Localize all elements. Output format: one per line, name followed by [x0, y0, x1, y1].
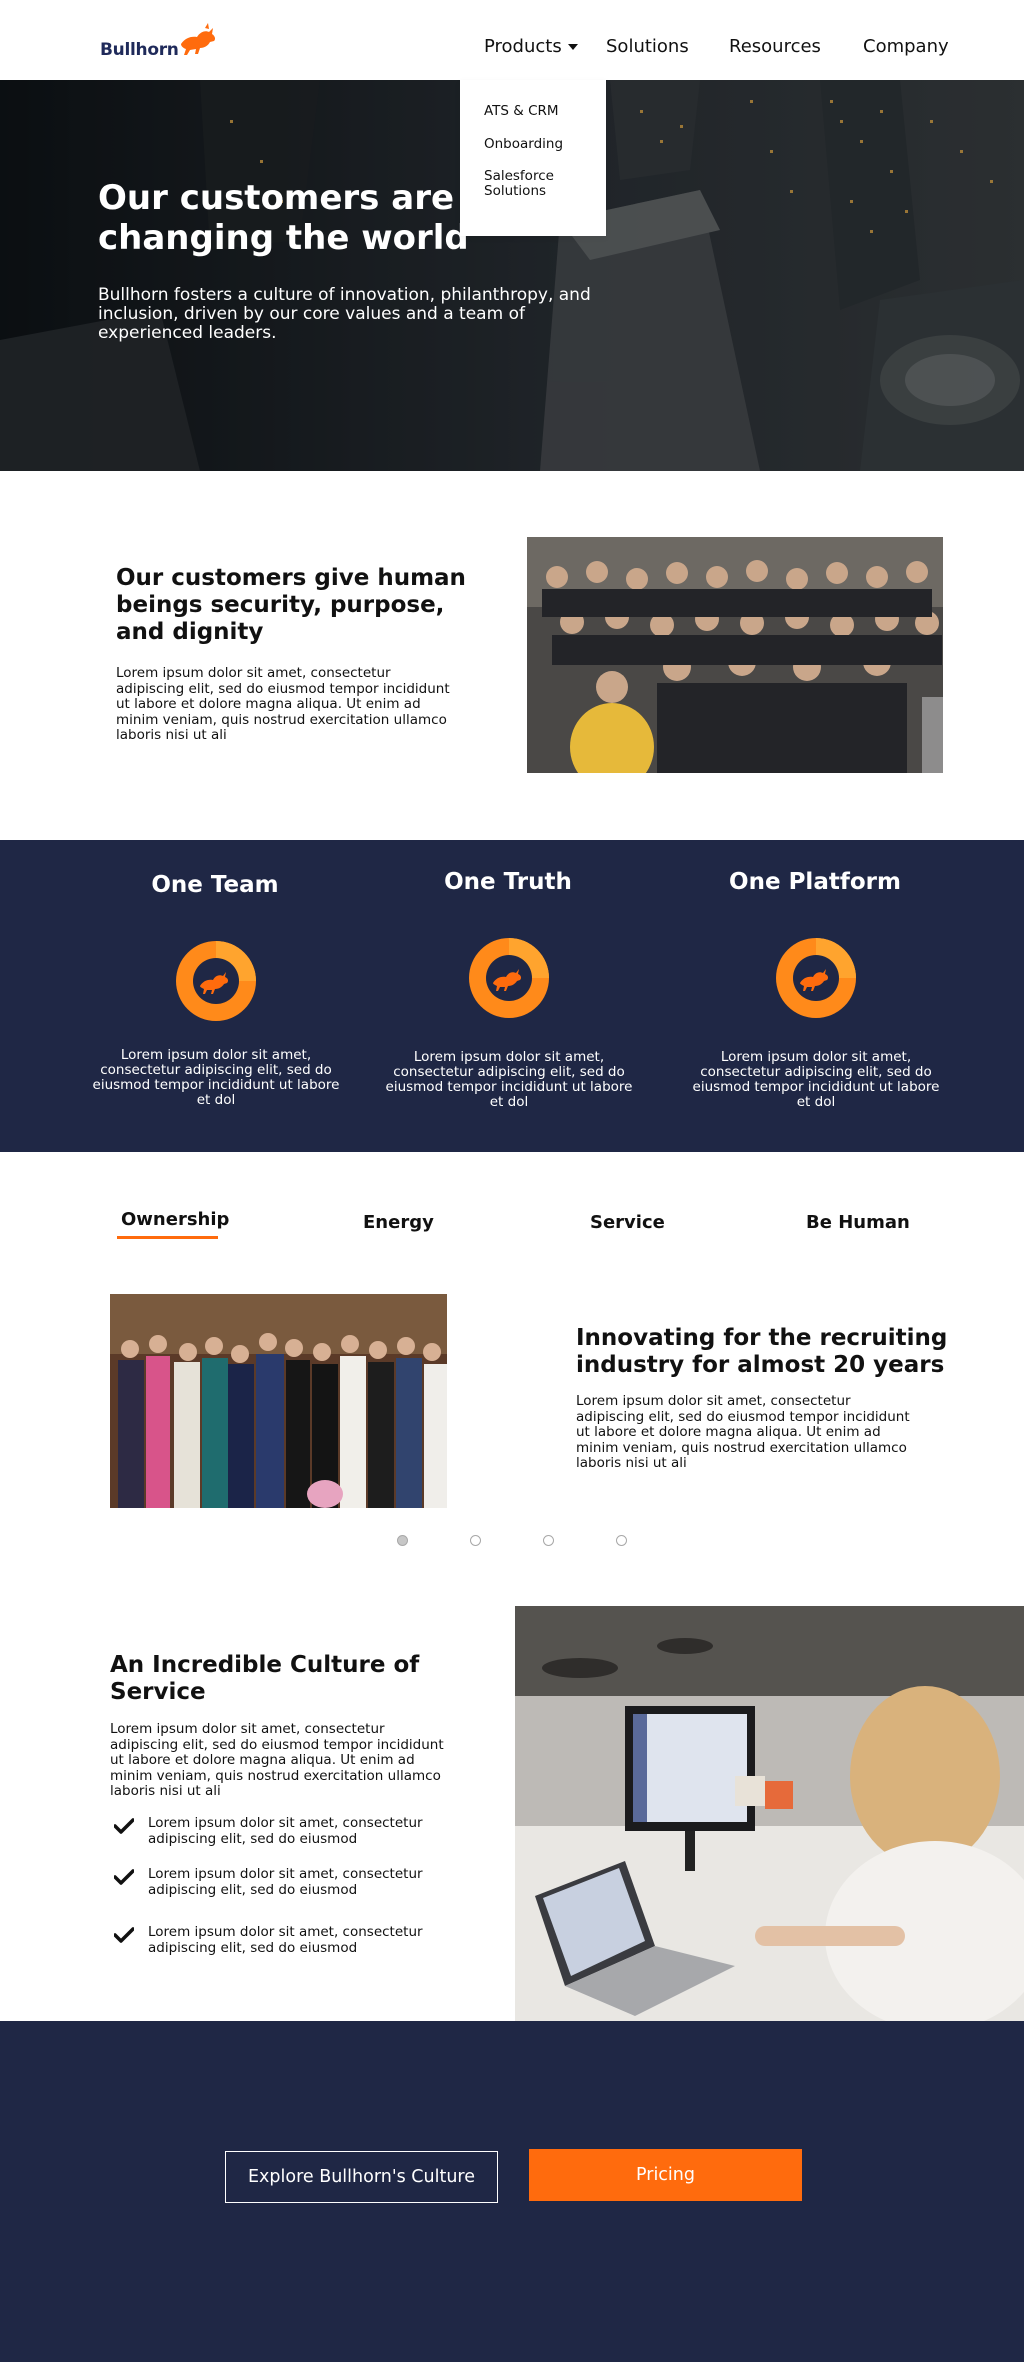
value-text-one-team: Lorem ipsum dolor sit amet, consectetur …: [92, 1047, 340, 1108]
caret-down-icon: [567, 44, 578, 50]
tab-be-human[interactable]: Be Human: [806, 1212, 910, 1233]
nav-resources[interactable]: Resources: [729, 36, 821, 57]
check-item-text: Lorem ipsum dolor sit amet, consectetur …: [148, 1815, 423, 1847]
innovating-text: Lorem ipsum dolor sit amet, consectetur …: [576, 1393, 910, 1471]
culture-title: An Incredible Culture of Service: [110, 1652, 420, 1705]
carousel-dot-1[interactable]: [397, 1535, 408, 1546]
employees-event-photo: [110, 1294, 447, 1508]
nav-solutions[interactable]: Solutions: [606, 36, 689, 57]
nav-company[interactable]: Company: [863, 36, 949, 57]
explore-culture-button[interactable]: Explore Bullhorn's Culture: [225, 2151, 498, 2203]
core-values-band: One Team One Truth One Platform Lorem ip…: [0, 840, 1024, 1152]
bull-logo-icon: [180, 23, 215, 55]
nav-products-label: Products: [484, 36, 562, 57]
check-item-text: Lorem ipsum dolor sit amet, consectetur …: [148, 1866, 423, 1898]
value-title-one-team: One Team: [151, 872, 279, 898]
bull-logo-icon: [469, 938, 549, 1018]
office-worker-photo: [515, 1606, 1024, 2021]
culture-check-item: Lorem ipsum dolor sit amet, consectetur …: [114, 1866, 448, 1898]
carousel-dot-3[interactable]: [543, 1535, 554, 1546]
value-text-one-platform: Lorem ipsum dolor sit amet, consectetur …: [692, 1049, 940, 1110]
dropdown-item-ats-crm[interactable]: ATS & CRM: [484, 104, 594, 119]
carousel-dot-4[interactable]: [616, 1535, 627, 1546]
value-title-one-truth: One Truth: [444, 869, 572, 895]
innovating-title: Innovating for the recruiting industry f…: [576, 1325, 948, 1378]
value-text-one-truth: Lorem ipsum dolor sit amet, consectetur …: [385, 1049, 633, 1110]
dropdown-item-onboarding[interactable]: Onboarding: [484, 137, 594, 152]
bullhorn-logo[interactable]: Bullhorn: [100, 20, 219, 60]
nav-products[interactable]: Products: [484, 36, 578, 57]
human-section-text: Lorem ipsum dolor sit amet, consectetur …: [116, 665, 450, 743]
products-dropdown-menu: ATS & CRM Onboarding Salesforce Solution…: [460, 80, 606, 236]
value-title-one-platform: One Platform: [729, 869, 901, 895]
tab-service[interactable]: Service: [590, 1212, 665, 1233]
bull-logo-icon: [176, 941, 256, 1021]
cta-band: [0, 2021, 1024, 2362]
top-navigation: Bullhorn Products Solutions Resources Co…: [0, 0, 1024, 80]
bull-logo-icon: [776, 938, 856, 1018]
active-tab-indicator: [117, 1236, 218, 1239]
dropdown-item-salesforce[interactable]: Salesforce Solutions: [484, 169, 594, 199]
checkmark-icon: [114, 1927, 134, 1943]
check-item-text: Lorem ipsum dolor sit amet, consectetur …: [148, 1924, 423, 1956]
hero-title: Our customers are changing the world: [98, 178, 469, 258]
checkmark-icon: [114, 1818, 134, 1834]
tab-ownership[interactable]: Ownership: [121, 1209, 229, 1230]
checkmark-icon: [114, 1869, 134, 1885]
culture-check-item: Lorem ipsum dolor sit amet, consectetur …: [114, 1815, 448, 1847]
tab-energy[interactable]: Energy: [363, 1212, 434, 1233]
culture-text: Lorem ipsum dolor sit amet, consectetur …: [110, 1721, 444, 1799]
team-group-photo: [527, 537, 943, 773]
human-section-title: Our customers give human beings security…: [116, 565, 466, 645]
hero-subtitle: Bullhorn fosters a culture of innovation…: [98, 285, 591, 343]
carousel-dot-2[interactable]: [470, 1535, 481, 1546]
culture-check-item: Lorem ipsum dolor sit amet, consectetur …: [114, 1924, 448, 1956]
logo-wordmark: Bullhorn: [100, 40, 179, 60]
pricing-button[interactable]: Pricing: [529, 2149, 802, 2201]
